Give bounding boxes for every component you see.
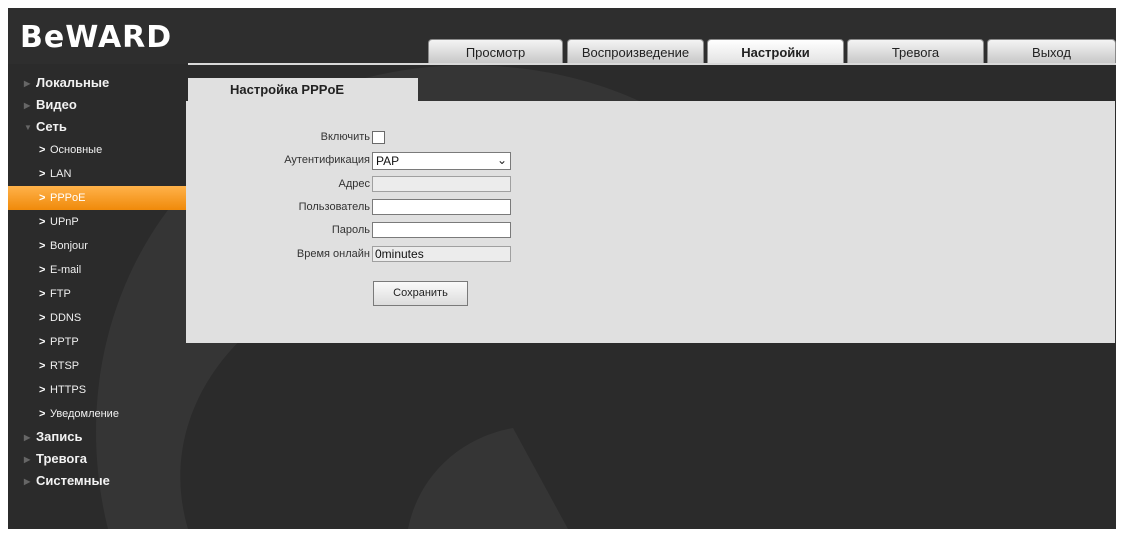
sidebar-item-alarm[interactable]: ▶ Тревога <box>8 448 188 470</box>
app-window: BeWARD Просмотр Воспроизведение Настройк… <box>8 8 1116 529</box>
user-label: Пользователь <box>298 201 370 213</box>
sidebar-item-ftp[interactable]: > FTP <box>8 282 188 306</box>
form-row-online: Время онлайн 0minutes <box>186 246 686 266</box>
tab-alarm[interactable]: Тревога <box>847 39 984 64</box>
triangle-right-icon: ▶ <box>24 454 31 464</box>
sidebar-item-label: Запись <box>36 429 83 444</box>
form-row-auth: Аутентификация PAP ⌄ <box>186 152 686 172</box>
sidebar-item-notification[interactable]: > Уведомление <box>8 402 188 426</box>
chevron-right-icon: > <box>39 192 46 204</box>
sidebar-item-video[interactable]: ▶ Видео <box>8 94 188 116</box>
form-row-enable: Включить <box>186 129 686 149</box>
sidebar-item-upnp[interactable]: > UPnP <box>8 210 188 234</box>
sidebar-item-label: HTTPS <box>50 384 87 396</box>
password-field[interactable] <box>372 222 511 238</box>
pppoe-settings-panel: Включить Аутентификация PAP ⌄ Адрес Поль… <box>186 101 1115 343</box>
triangle-right-icon: ▶ <box>24 476 31 486</box>
sidebar-item-label: PPPoE <box>50 192 86 204</box>
chevron-right-icon: > <box>39 360 46 372</box>
beward-logo: BeWARD <box>20 20 173 55</box>
address-label: Адрес <box>338 178 371 190</box>
auth-select[interactable]: PAP ⌄ <box>372 152 511 170</box>
user-field[interactable] <box>372 199 511 215</box>
sidebar-item-label: Основные <box>50 144 103 156</box>
triangle-right-icon: ▶ <box>24 100 31 110</box>
sidebar-item-network[interactable]: ▼ Сеть <box>8 116 188 138</box>
sidebar-item-label: DDNS <box>50 312 82 324</box>
chevron-right-icon: > <box>39 288 46 300</box>
sidebar-item-email[interactable]: > E-mail <box>8 258 188 282</box>
sidebar-item-label: Уведомление <box>50 408 119 420</box>
sidebar-item-label: Системные <box>36 473 110 488</box>
sidebar-item-local[interactable]: ▶ Локальные <box>8 72 188 94</box>
sidebar-item-label: FTP <box>50 288 71 300</box>
form-row-password: Пароль <box>186 222 686 242</box>
save-button[interactable]: Сохранить <box>373 281 468 306</box>
online-time-label: Время онлайн <box>296 248 370 260</box>
auth-select-value: PAP <box>376 154 400 168</box>
form-row-address: Адрес <box>186 176 686 196</box>
sidebar-item-bonjour[interactable]: > Bonjour <box>8 234 188 258</box>
chevron-right-icon: > <box>39 216 46 228</box>
header-divider <box>188 63 1116 65</box>
sidebar-item-pppoe[interactable]: > PPPoE <box>8 186 186 210</box>
tab-playback[interactable]: Воспроизведение <box>567 39 704 64</box>
sidebar-item-pptp[interactable]: > PPTP <box>8 330 188 354</box>
sidebar-item-label: UPnP <box>50 216 79 228</box>
sidebar-item-label: Локальные <box>36 75 110 90</box>
sidebar-item-record[interactable]: ▶ Запись <box>8 426 188 448</box>
chevron-right-icon: > <box>39 336 46 348</box>
chevron-right-icon: > <box>39 408 46 420</box>
tab-logout[interactable]: Выход <box>987 39 1116 64</box>
sidebar-item-label: Bonjour <box>50 240 88 252</box>
form-row-user: Пользователь <box>186 199 686 219</box>
auth-label: Аутентификация <box>284 154 370 166</box>
header: BeWARD Просмотр Воспроизведение Настройк… <box>8 8 1116 65</box>
sidebar-item-lan[interactable]: > LAN <box>8 162 188 186</box>
sidebar-item-label: E-mail <box>50 264 82 276</box>
triangle-right-icon: ▶ <box>24 432 31 442</box>
chevron-down-icon: ⌄ <box>496 153 507 167</box>
sidebar-item-label: RTSP <box>50 360 80 372</box>
sidebar-item-label: LAN <box>50 168 72 180</box>
sidebar-item-label: Видео <box>36 97 77 112</box>
sidebar-item-system[interactable]: ▶ Системные <box>8 470 188 492</box>
enable-checkbox[interactable] <box>372 131 385 144</box>
triangle-right-icon: ▶ <box>24 78 31 88</box>
tab-view[interactable]: Просмотр <box>428 39 563 64</box>
password-label: Пароль <box>331 224 370 236</box>
address-field <box>372 176 511 192</box>
chevron-right-icon: > <box>39 168 46 180</box>
chevron-right-icon: > <box>39 240 46 252</box>
sidebar-item-label: Сеть <box>36 119 67 134</box>
tab-settings[interactable]: Настройки <box>707 39 844 64</box>
triangle-down-icon: ▼ <box>24 122 32 132</box>
online-time-field: 0minutes <box>372 246 511 262</box>
sidebar-item-label: PPTP <box>50 336 79 348</box>
chevron-right-icon: > <box>39 384 46 396</box>
sidebar-item-ddns[interactable]: > DDNS <box>8 306 188 330</box>
sidebar-item-rtsp[interactable]: > RTSP <box>8 354 188 378</box>
chevron-right-icon: > <box>39 264 46 276</box>
chevron-right-icon: > <box>39 312 46 324</box>
sidebar: ▶ Локальные ▶ Видео ▼ Сеть > Основные > LAN >… <box>8 72 188 492</box>
sidebar-item-basic[interactable]: > Основные <box>8 138 188 162</box>
enable-label: Включить <box>320 131 370 143</box>
sidebar-item-https[interactable]: > HTTPS <box>8 378 188 402</box>
sidebar-item-label: Тревога <box>36 451 88 466</box>
chevron-right-icon: > <box>39 144 46 156</box>
page-title-tab: Настройка PPPoE <box>188 78 418 102</box>
